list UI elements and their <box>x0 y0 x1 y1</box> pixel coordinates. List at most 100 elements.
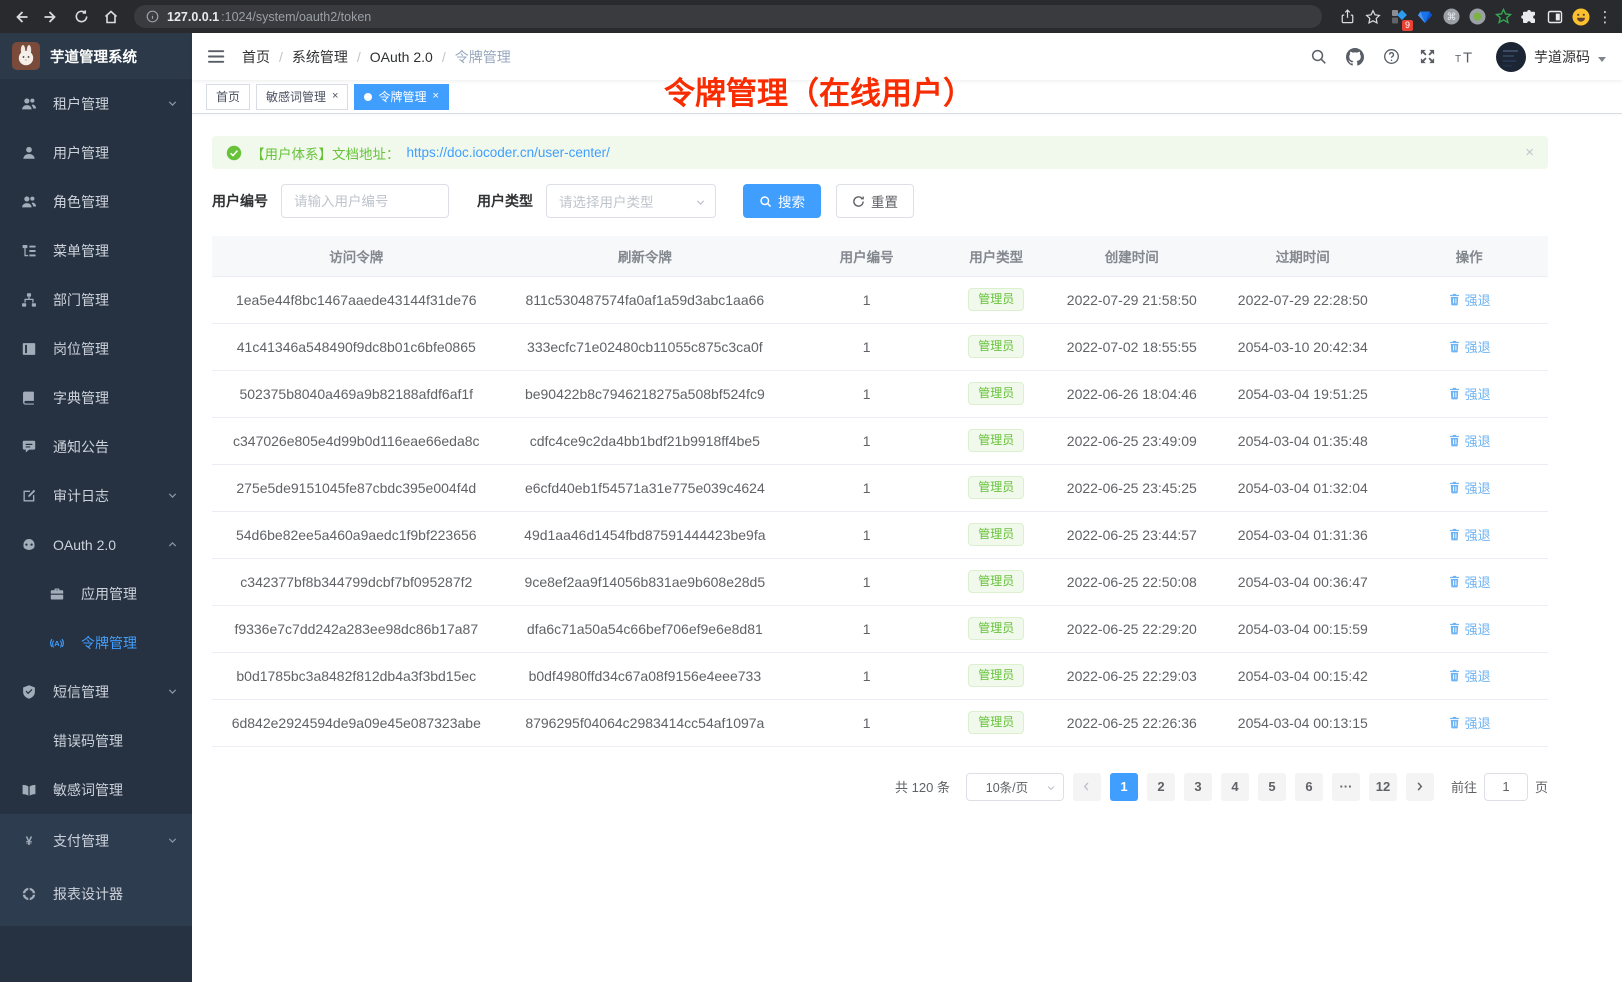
sidebar-item-sms[interactable]: 短信管理 <box>0 667 192 716</box>
sidebar-item-dept[interactable]: 部门管理 <box>0 275 192 324</box>
goto-page-input[interactable] <box>1484 773 1528 801</box>
extension-command-icon[interactable]: ⌘ <box>1440 6 1462 28</box>
browser-forward-icon[interactable] <box>38 4 64 30</box>
tag-active[interactable]: 令牌管理× <box>354 84 448 110</box>
extension-gem-icon[interactable] <box>1414 6 1436 28</box>
tag-close-icon[interactable]: × <box>432 91 438 102</box>
url-path: :1024/system/oauth2/token <box>221 10 371 24</box>
page-button-1[interactable]: 1 <box>1110 773 1138 801</box>
col-expire-time: 过期时间 <box>1215 236 1390 276</box>
breadcrumb-oauth[interactable]: OAuth 2.0 <box>370 49 433 65</box>
sidebar-collapse-icon[interactable] <box>208 49 226 64</box>
tag-0[interactable]: 首页 <box>206 84 250 110</box>
page-size-select[interactable]: 10条/页 <box>966 773 1064 801</box>
user-type-select[interactable]: 请选择用户类型 <box>546 184 716 218</box>
force-logout-button[interactable]: 强退 <box>1448 478 1491 497</box>
top-navbar: 首页 / 系统管理 / OAuth 2.0 / 令牌管理 <box>192 33 1622 80</box>
help-icon[interactable] <box>1383 48 1400 65</box>
extension-star-icon[interactable] <box>1492 6 1514 28</box>
font-size-icon[interactable]: TT <box>1455 49 1477 65</box>
page-button-6[interactable]: 6 <box>1295 773 1323 801</box>
sidebar-item-label: 短信管理 <box>53 682 109 702</box>
url-bar[interactable]: 127.0.0.1:1024/system/oauth2/token <box>134 5 1322 28</box>
alert-close-icon[interactable]: × <box>1525 144 1534 161</box>
expire-time-cell: 2054-03-04 00:15:42 <box>1215 652 1390 699</box>
app-logo-row[interactable]: 芋道管理系统 <box>0 33 192 79</box>
breadcrumb-home[interactable]: 首页 <box>242 47 270 67</box>
user-id-input[interactable] <box>281 184 449 218</box>
extension-record-icon[interactable] <box>1466 6 1488 28</box>
profile-avatar-icon[interactable] <box>1570 6 1592 28</box>
alert-doc-link[interactable]: https://doc.iocoder.cn/user-center/ <box>407 145 610 160</box>
breadcrumb-system[interactable]: 系统管理 <box>292 47 348 67</box>
force-logout-button[interactable]: 强退 <box>1448 337 1491 356</box>
page-button-2[interactable]: 2 <box>1147 773 1175 801</box>
force-logout-button[interactable]: 强退 <box>1448 713 1491 732</box>
sidebar-item-log[interactable]: 审计日志 <box>0 471 192 520</box>
sidebar-item-report[interactable]: 报表设计器 <box>0 867 192 920</box>
page-button-12[interactable]: 12 <box>1369 773 1397 801</box>
browser-back-icon[interactable] <box>8 4 34 30</box>
force-logout-button[interactable]: 强退 <box>1448 384 1491 403</box>
force-logout-button[interactable]: 强退 <box>1448 431 1491 450</box>
table-row: b0d1785bc3a8482f812db4a3f3bd15ecb0df4980… <box>212 652 1548 699</box>
tag-1[interactable]: 敏感词管理× <box>256 84 348 110</box>
refresh-token-cell: 811c530487574fa0af1a59d3abc1aa66 <box>501 276 790 323</box>
page-button-3[interactable]: 3 <box>1184 773 1212 801</box>
browser-menu-icon[interactable]: ⋮ <box>1596 8 1614 26</box>
fullscreen-icon[interactable] <box>1419 48 1436 65</box>
sidebar-item-post[interactable]: 岗位管理 <box>0 324 192 373</box>
user-menu[interactable]: 芋道源码 <box>1496 42 1606 72</box>
search-form: 用户编号 用户类型 请选择用户类型 搜索 重置 <box>212 184 1622 218</box>
sidebar-item-notice[interactable]: 通知公告 <box>0 422 192 471</box>
force-logout-label: 强退 <box>1465 713 1491 732</box>
force-logout-button[interactable]: 强退 <box>1448 666 1491 685</box>
force-logout-button[interactable]: 强退 <box>1448 290 1491 309</box>
sensitive-icon <box>20 781 38 799</box>
prev-page-button[interactable] <box>1073 773 1101 801</box>
sidebar-item-dict[interactable]: 字典管理 <box>0 373 192 422</box>
force-logout-label: 强退 <box>1465 384 1491 403</box>
force-logout-button[interactable]: 强退 <box>1448 572 1491 591</box>
sidebar-item-oauth[interactable]: OAuth 2.0 <box>0 520 192 569</box>
chevron-down-icon <box>695 197 706 208</box>
svg-text:(A): (A) <box>52 638 63 647</box>
browser-reload-icon[interactable] <box>68 4 94 30</box>
notice-icon <box>20 438 38 456</box>
page-button-4[interactable]: 4 <box>1221 773 1249 801</box>
expire-time-cell: 2022-07-29 22:28:50 <box>1215 276 1390 323</box>
force-logout-button[interactable]: 强退 <box>1448 619 1491 638</box>
next-page-button[interactable] <box>1406 773 1434 801</box>
sidebar-item-label: 菜单管理 <box>53 241 109 261</box>
extensions-puzzle-icon[interactable] <box>1518 6 1540 28</box>
sidebar-item-pay[interactable]: ¥支付管理 <box>0 814 192 867</box>
tab-split-icon[interactable] <box>1544 6 1566 28</box>
reset-button[interactable]: 重置 <box>836 184 914 218</box>
tag-close-icon[interactable]: × <box>332 91 338 102</box>
share-icon[interactable] <box>1336 6 1358 28</box>
sidebar-item-user[interactable]: 用户管理 <box>0 128 192 177</box>
sidebar-item-token[interactable]: (A)令牌管理 <box>0 618 192 667</box>
sidebar-item-tenant[interactable]: 租户管理 <box>0 79 192 128</box>
user-type-cell: 管理员 <box>944 464 1048 511</box>
search-button[interactable]: 搜索 <box>743 184 821 218</box>
browser-home-icon[interactable] <box>98 4 124 30</box>
expire-time-cell: 2054-03-04 00:13:15 <box>1215 699 1390 746</box>
sidebar-item-menu[interactable]: 菜单管理 <box>0 226 192 275</box>
force-logout-button[interactable]: 强退 <box>1448 525 1491 544</box>
page-ellipsis-button[interactable]: ··· <box>1332 773 1360 801</box>
actions-cell: 强退 <box>1390 464 1548 511</box>
extension-tampermonkey-icon[interactable]: 9 <box>1388 6 1410 28</box>
sidebar-item-errcode[interactable]: 错误码管理 <box>0 716 192 765</box>
header-search-icon[interactable] <box>1310 48 1327 65</box>
access-token-cell: 6d842e2924594de9a09e45e087323abe <box>212 699 501 746</box>
bookmark-star-icon[interactable] <box>1362 6 1384 28</box>
github-icon[interactable] <box>1346 48 1364 66</box>
page-info-icon[interactable] <box>146 10 159 23</box>
sidebar-item-app[interactable]: 应用管理 <box>0 569 192 618</box>
dept-icon <box>20 291 38 309</box>
sidebar-item-sensitive[interactable]: 敏感词管理 <box>0 765 192 814</box>
force-logout-label: 强退 <box>1465 478 1491 497</box>
sidebar-item-role[interactable]: 角色管理 <box>0 177 192 226</box>
page-button-5[interactable]: 5 <box>1258 773 1286 801</box>
